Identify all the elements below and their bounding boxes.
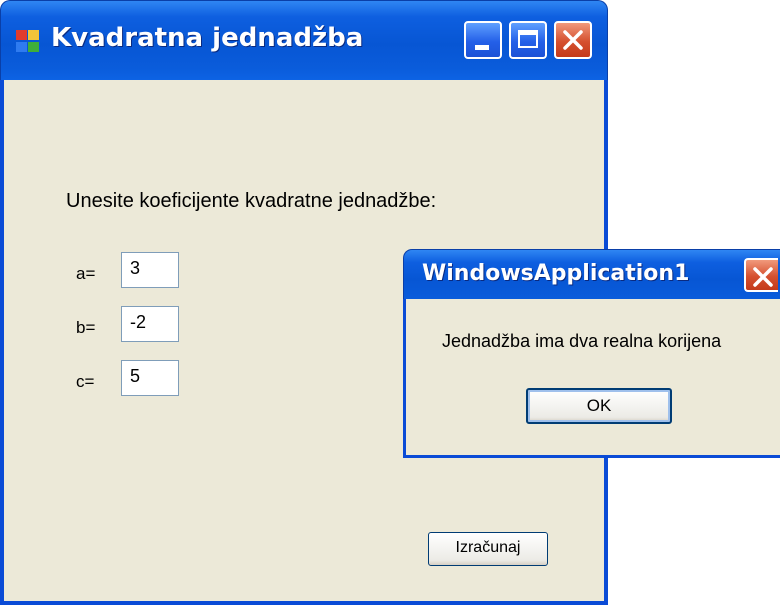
app-icon [15,29,41,53]
minimize-button[interactable] [464,21,502,59]
close-button[interactable] [554,21,592,59]
calculate-button[interactable]: Izračunaj [428,532,548,566]
maximize-icon [518,30,538,48]
message-dialog: WindowsApplication1 Jednadžba ima dva re… [403,249,780,458]
ok-button[interactable]: OK [526,388,672,424]
input-b[interactable]: -2 [121,306,179,342]
minimize-icon [475,45,489,50]
maximize-button[interactable] [509,21,547,59]
window-title: Kvadratna jednadžba [51,23,364,53]
dialog-body: Jednadžba ima dva realna korijena OK [403,299,780,458]
dialog-close-icon [753,267,773,287]
prompt-label: Unesite koeficijente kvadratne jednadžbe… [66,190,437,212]
close-icon [563,30,583,50]
main-titlebar[interactable]: Kvadratna jednadžba [0,0,608,80]
dialog-title: WindowsApplication1 [422,261,690,286]
dialog-close-button[interactable] [744,258,778,292]
input-a[interactable]: 3 [121,252,179,288]
dialog-message: Jednadžba ima dva realna korijena [442,331,722,351]
label-a: a= [76,264,96,283]
dialog-titlebar[interactable]: WindowsApplication1 [403,249,780,299]
label-b: b= [76,318,96,337]
label-c: c= [76,372,95,391]
input-c[interactable]: 5 [121,360,179,396]
